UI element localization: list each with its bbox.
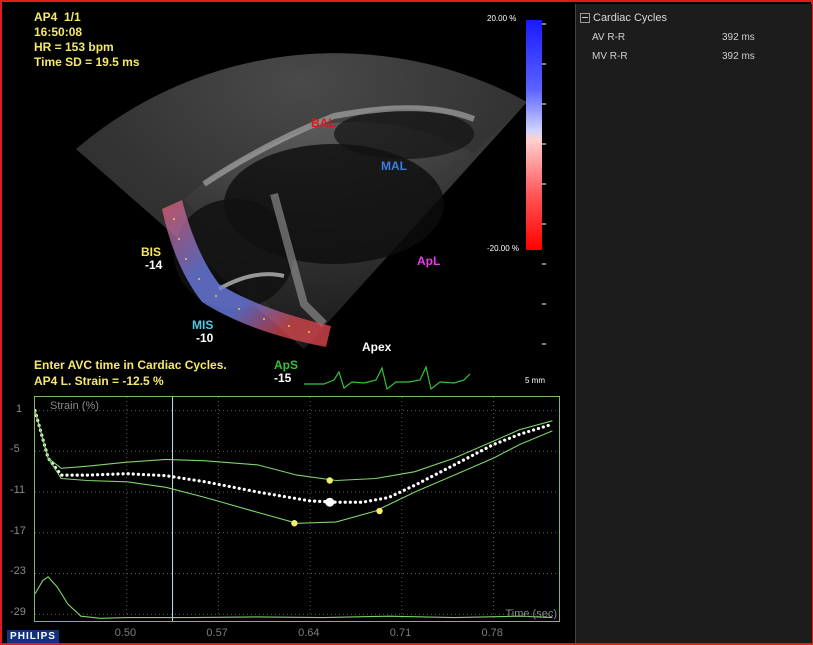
global-strain-label: AP4 L. Strain = -12.5 % <box>34 374 164 388</box>
segment-bis-value: -14 <box>145 258 163 272</box>
apex-label: Apex <box>362 340 392 354</box>
peak-marker-2[interactable] <box>291 520 298 527</box>
segment-apl-label: ApL <box>417 254 441 268</box>
strain-chart[interactable]: Strain (%) Time (sec) <box>33 396 560 622</box>
x-tick-label: 0.71 <box>389 627 412 639</box>
cardiac-cycles-title: Cardiac Cycles <box>593 12 667 24</box>
segment-bis[interactable]: BIS -14 <box>141 246 162 272</box>
view-label: AP4 1/1 <box>34 10 81 24</box>
ecg-trace <box>304 365 471 391</box>
philips-logo: PHILIPS <box>7 630 59 643</box>
y-tick-label: -11 <box>10 484 26 497</box>
time-label: 16:50:08 <box>34 25 83 39</box>
depth-label: 5 mm <box>525 376 545 385</box>
cycle-row-value: 392 ms <box>722 32 755 43</box>
strain-curve-3 <box>34 576 553 619</box>
y-tick-label: 1 <box>16 402 23 415</box>
cycle-row-label: AV R-R <box>592 32 626 43</box>
x-tick-label: 0.57 <box>206 627 228 639</box>
cycle-row-value: 392 ms <box>722 51 755 62</box>
peak-marker-3[interactable] <box>376 507 383 515</box>
segment-bal-label: BAL <box>311 116 336 130</box>
x-tick-label: 0.78 <box>481 627 503 639</box>
peak-marker-1[interactable] <box>325 497 335 507</box>
segment-aps[interactable]: ApS -15 <box>274 359 298 385</box>
y-tick-label: -23 <box>10 565 26 578</box>
cycle-row-av[interactable]: AV R-R 392 ms <box>592 32 792 43</box>
cardiac-cycles-panel: Cardiac Cycles AV R-R 392 ms MV R-R 392 … <box>575 4 812 643</box>
strain-curve-2 <box>34 410 553 524</box>
y-tick-label: -5 <box>10 443 20 456</box>
segment-mis-value: -10 <box>196 331 214 345</box>
time-sd-label: Time SD = 19.5 ms <box>34 55 140 69</box>
echo-viewer[interactable]: 20.00 % -20.00 % 5 mm AP4 1/1 16:50:08 H… <box>4 4 574 643</box>
strain-curve-1 <box>34 410 553 482</box>
strain-chart-svg <box>33 397 559 621</box>
segment-aps-value: -15 <box>274 371 292 385</box>
y-tick-label: -17 <box>10 524 26 537</box>
x-tick-label: 0.64 <box>298 627 320 639</box>
cycle-row-label: MV R-R <box>592 51 628 62</box>
heart-rate-label: HR = 153 bpm <box>34 40 114 54</box>
chart-ylabel: Strain (%) <box>50 400 99 412</box>
segment-mal-label: MAL <box>381 159 407 173</box>
chart-xlabel: Time (sec) <box>505 608 557 620</box>
overlay-info: AP4 1/1 16:50:08 HR = 153 bpm Time SD = … <box>34 10 140 70</box>
cycle-row-mv[interactable]: MV R-R 392 ms <box>592 51 792 62</box>
collapse-icon[interactable] <box>580 13 590 23</box>
instruction-text: Enter AVC time in Cardiac Cycles. <box>34 358 227 372</box>
segment-mis[interactable]: MIS -10 <box>192 319 213 345</box>
peak-marker-0[interactable] <box>326 477 333 484</box>
colorbar-min-label: -20.00 % <box>487 244 520 253</box>
strain-colorbar <box>526 20 542 250</box>
cardiac-cycles-header[interactable]: Cardiac Cycles <box>580 12 667 24</box>
strain-curve-0 <box>33 409 555 504</box>
app-frame: 20.00 % -20.00 % 5 mm AP4 1/1 16:50:08 H… <box>0 0 813 645</box>
colorbar-max-label: 20.00 % <box>487 14 517 23</box>
y-tick-label: -29 <box>10 606 26 619</box>
x-tick-label: 0.50 <box>114 627 137 639</box>
